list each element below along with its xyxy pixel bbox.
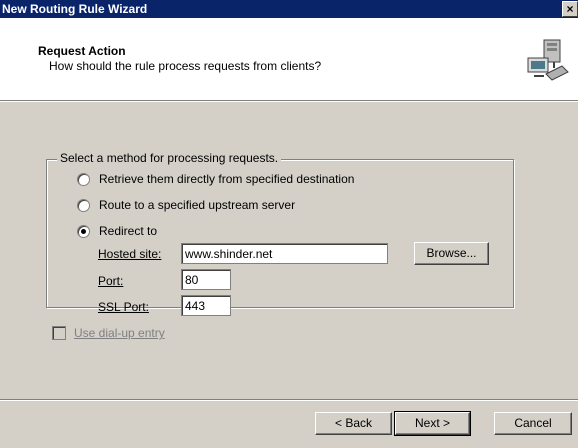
header-divider [0, 100, 578, 102]
checkbox-icon[interactable] [52, 326, 66, 340]
title-bar[interactable]: New Routing Rule Wizard × [0, 0, 578, 18]
window-title: New Routing Rule Wizard [2, 2, 148, 16]
radio-redirect-label: Redirect to [99, 224, 158, 238]
page-subtitle: How should the rule process requests fro… [49, 59, 322, 73]
radio-button-icon[interactable] [77, 198, 90, 212]
ssl-port-field[interactable]: 443 [181, 295, 231, 316]
wizard-header: Request Action How should the rule proce… [0, 18, 578, 100]
dialup-checkbox[interactable]: Use dial-up entry [52, 326, 165, 340]
cancel-button[interactable]: Cancel [494, 412, 572, 435]
page-title: Request Action [38, 44, 126, 58]
browse-button[interactable]: Browse... [414, 242, 489, 265]
next-button[interactable]: Next > [394, 411, 471, 436]
close-icon[interactable]: × [562, 1, 578, 17]
ssl-port-label: SSL Port: [98, 300, 149, 314]
footer-divider [0, 399, 578, 401]
radio-route-upstream[interactable]: Route to a specified upstream server [77, 198, 295, 212]
port-label: Port: [98, 274, 124, 288]
radio-button-selected-icon[interactable] [77, 224, 90, 238]
radio-button-icon[interactable] [77, 172, 90, 186]
dialup-checkbox-label: Use dial-up entry [74, 326, 165, 340]
wizard-window: New Routing Rule Wizard × Request Action… [0, 0, 578, 448]
radio-retrieve-direct-label: Retrieve them directly from specified de… [99, 172, 355, 186]
back-button[interactable]: < Back [315, 412, 392, 435]
port-field[interactable]: 80 [181, 269, 231, 290]
hosted-site-input[interactable]: www.shinder.net [181, 243, 388, 264]
hosted-site-label: Hosted site: [98, 247, 162, 261]
routing-wizard-icon [527, 39, 569, 81]
radio-retrieve-direct[interactable]: Retrieve them directly from specified de… [77, 172, 354, 186]
method-group-legend: Select a method for processing requests. [57, 151, 282, 165]
radio-route-upstream-label: Route to a specified upstream server [99, 198, 296, 212]
radio-redirect[interactable]: Redirect to [77, 224, 157, 238]
